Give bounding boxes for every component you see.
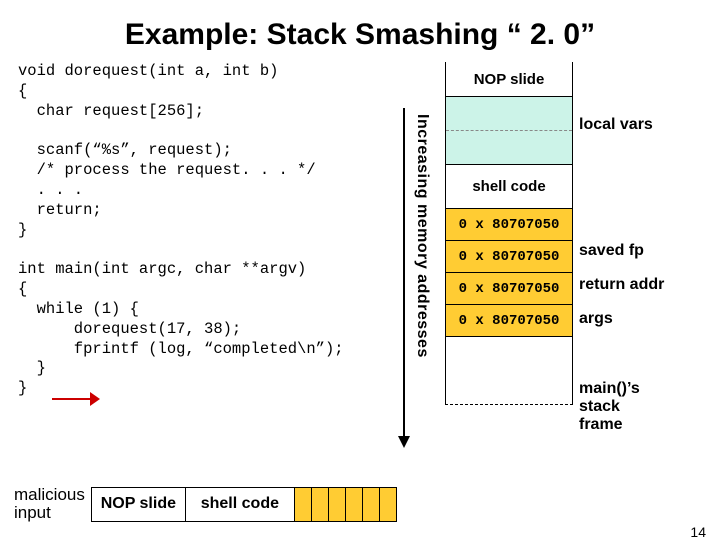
label-main-frame: main()’s stack frame xyxy=(579,380,640,434)
label-saved-fp: saved fp xyxy=(579,242,644,260)
malicious-input-label: malicious input xyxy=(14,486,85,522)
malicious-addr-2 xyxy=(311,487,329,522)
malicious-input-row: malicious input NOP slide shell code xyxy=(14,483,397,525)
malicious-addr-5 xyxy=(362,487,380,522)
cell-nop-slide: NOP slide xyxy=(446,62,572,96)
content-area: void dorequest(int a, int b) { char requ… xyxy=(0,62,720,405)
label-args: args xyxy=(579,310,613,328)
cell-return-addr: 0 x 80707050 xyxy=(446,240,572,272)
code-listing: void dorequest(int a, int b) { char requ… xyxy=(18,62,413,399)
down-arrow-icon xyxy=(403,108,405,438)
cell-extra-addr: 0 x 80707050 xyxy=(446,304,572,336)
cell-main-frame xyxy=(446,336,572,404)
slide-title: Example: Stack Smashing “ 2. 0” xyxy=(0,18,720,52)
axis-column: Increasing memory addresses xyxy=(413,62,431,405)
code-column: void dorequest(int a, int b) { char requ… xyxy=(18,62,413,405)
cell-local-vars-top xyxy=(446,96,572,130)
axis-label: Increasing memory addresses xyxy=(413,114,431,358)
labels-column: local vars saved fp return addr args mai… xyxy=(579,62,684,405)
cell-saved-fp: 0 x 80707050 xyxy=(446,208,572,240)
malicious-addr-6 xyxy=(379,487,397,522)
label-return-addr: return addr xyxy=(579,276,664,294)
cell-args: 0 x 80707050 xyxy=(446,272,572,304)
arrow-icon xyxy=(52,395,102,403)
cell-local-vars-bot xyxy=(446,130,572,164)
stack-diagram: NOP slide shell code 0 x 80707050 0 x 80… xyxy=(445,62,573,405)
malicious-addr-3 xyxy=(328,487,346,522)
malicious-addr-1 xyxy=(294,487,312,522)
cell-shell-code: shell code xyxy=(446,164,572,208)
malicious-nop-box: NOP slide xyxy=(91,487,186,522)
label-local-vars: local vars xyxy=(579,116,653,134)
stack-column: NOP slide shell code 0 x 80707050 0 x 80… xyxy=(445,62,575,405)
malicious-addr-4 xyxy=(345,487,363,522)
malicious-shell-box: shell code xyxy=(185,487,295,522)
page-number: 14 xyxy=(690,524,706,540)
